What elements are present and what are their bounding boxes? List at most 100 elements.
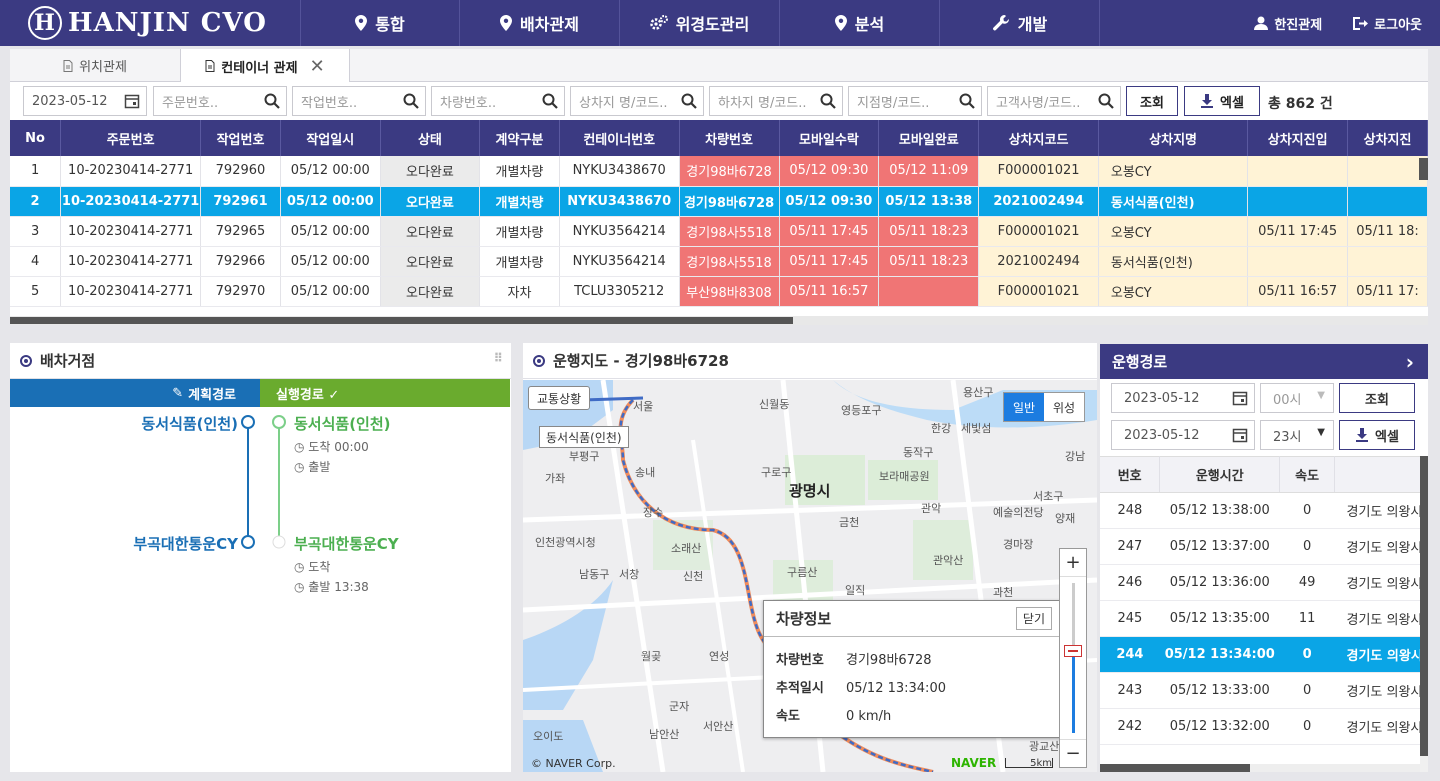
calendar-icon[interactable] (124, 93, 140, 109)
column-header[interactable] (1334, 456, 1428, 493)
popup-close-button[interactable]: 닫기 (1015, 607, 1052, 630)
branch-input[interactable]: 지점명/코드.. (848, 86, 982, 116)
vertical-scrollbar[interactable] (1419, 158, 1428, 180)
route-row[interactable]: 246 05/12 13:36:00 49 경기도 의왕시 (1100, 564, 1428, 601)
map-view[interactable]: 용산구 서울 신월동 영등포구 한강 세빛섬 동작구 부평구 송내 구로구 광명시 보라매공원 서초구 예… (523, 380, 1097, 772)
loading-site-input[interactable]: 상차지 명/코드.. (570, 86, 704, 116)
route-hscrollbar[interactable] (1100, 764, 1420, 772)
table-cell: 10-20230414-2771 (60, 186, 202, 217)
date-input[interactable]: 2023-05-12 (23, 86, 147, 116)
search-icon[interactable] (959, 93, 975, 109)
close-tab-icon[interactable]: ✕ (310, 56, 325, 77)
calendar-icon[interactable] (1232, 390, 1248, 406)
column-header[interactable]: 컨테이너번호 (559, 120, 680, 156)
column-header[interactable]: 상태 (380, 120, 481, 156)
traffic-button[interactable]: 교통상황 (528, 386, 591, 410)
column-header[interactable]: 번호 (1100, 456, 1161, 493)
column-header[interactable]: 운행시간 (1159, 456, 1281, 493)
column-header[interactable]: 모바일수락 (779, 120, 880, 156)
route-row[interactable]: 245 05/12 13:35:00 11 경기도 의왕시 (1100, 600, 1428, 637)
actual-route-tab[interactable]: 실행경로 ✓ (260, 379, 510, 407)
table-cell: 오다완료 (380, 246, 481, 277)
calendar-icon[interactable] (1232, 427, 1248, 443)
menu-dispatch[interactable]: 배차관제 (460, 0, 620, 46)
column-header[interactable]: 주문번호 (60, 120, 202, 156)
table-cell: 792961 (200, 186, 281, 217)
satellite-map-button[interactable]: 위성 (1044, 393, 1084, 421)
column-header[interactable]: 상차지명 (1098, 120, 1249, 156)
table-row[interactable]: 4 10-20230414-2771 792966 05/12 00:00 오다완료 개별… (10, 246, 1428, 277)
horizontal-scrollbar[interactable] (10, 316, 1428, 325)
column-header[interactable]: 상차지진입 (1247, 120, 1349, 156)
route-query-button[interactable]: 조회 (1339, 383, 1415, 413)
route-row[interactable]: 242 05/12 13:32:00 0 경기도 의왕시 (1100, 708, 1428, 745)
table-row[interactable]: 2 10-20230414-2771 792961 05/12 00:00 오다완료 개별… (10, 186, 1428, 217)
route-cell: 11 (1279, 600, 1335, 637)
search-icon[interactable] (681, 93, 697, 109)
menu-latlng[interactable]: 위경도관리 (620, 0, 780, 46)
zoom-in-button[interactable]: + (1060, 549, 1086, 577)
hour-to-select[interactable]: 23시 ▼ (1260, 420, 1334, 450)
route-row[interactable]: 247 05/12 13:37:00 0 경기도 의왕시 (1100, 528, 1428, 565)
search-icon[interactable] (820, 93, 836, 109)
search-icon[interactable] (264, 93, 280, 109)
user-button[interactable]: 한진관제 (1254, 14, 1322, 33)
route-date-to[interactable]: 2023-05-12 (1111, 420, 1255, 450)
download-icon (1356, 428, 1369, 442)
order-number-input[interactable]: 주문번호.. (153, 86, 287, 116)
drag-handle-icon[interactable]: ⠿ (494, 351, 503, 365)
zoom-out-button[interactable]: − (1060, 739, 1086, 767)
table-cell (1347, 246, 1428, 277)
scroll-thumb[interactable] (10, 317, 793, 324)
logout-button[interactable]: 로그아웃 (1352, 14, 1422, 33)
route-title: 운행경로 (1112, 353, 1168, 371)
table-row[interactable]: 5 10-20230414-2771 792970 05/12 00:00 오다완료 자차… (10, 276, 1428, 307)
normal-map-button[interactable]: 일반 (1004, 393, 1044, 421)
hour-from-select[interactable]: 00시 ▼ (1260, 383, 1334, 413)
query-button[interactable]: 조회 (1126, 86, 1178, 116)
job-number-input[interactable]: 작업번호.. (292, 86, 426, 116)
column-header[interactable]: 작업일시 (280, 120, 381, 156)
column-header[interactable]: 차량번호 (679, 120, 780, 156)
table-row[interactable]: 1 10-20230414-2771 792960 05/12 00:00 오다완료 개별… (10, 156, 1428, 187)
vehicle-number-input[interactable]: 차량번호.. (431, 86, 565, 116)
tab-container-control[interactable]: 컨테이너 관제 ✕ (180, 49, 350, 83)
excel-button[interactable]: 엑셀 (1184, 86, 1260, 116)
scroll-thumb[interactable] (1420, 456, 1428, 756)
hanjin-logo[interactable]: H HANJIN CVO (0, 0, 300, 46)
route-row[interactable]: 248 05/12 13:38:00 0 경기도 의왕시 (1100, 492, 1428, 529)
menu-integrated[interactable]: 통합 (300, 0, 460, 46)
column-header[interactable]: 모바일완료 (878, 120, 980, 156)
table-cell (878, 276, 980, 307)
column-header[interactable]: 속도 (1279, 456, 1335, 493)
column-header[interactable]: 계약구분 (479, 120, 560, 156)
table-row[interactable]: 3 10-20230414-2771 792965 05/12 00:00 오다완료 개별… (10, 216, 1428, 247)
route-excel-button[interactable]: 엑셀 (1339, 420, 1415, 450)
map-pin-icon (500, 15, 513, 31)
unloading-site-input[interactable]: 하차지 명/코드.. (709, 86, 843, 116)
customer-input[interactable]: 고객사명/코드.. (987, 86, 1121, 116)
zoom-slider-handle[interactable] (1064, 645, 1082, 657)
naver-logo: NAVER (951, 756, 997, 770)
search-icon[interactable] (403, 93, 419, 109)
column-header[interactable]: 상차지진 (1347, 120, 1428, 156)
route-date-from[interactable]: 2023-05-12 (1111, 383, 1255, 413)
route-row[interactable]: 244 05/12 13:34:00 0 경기도 의왕시 (1100, 636, 1428, 673)
location-pin-label[interactable]: 동서식품(인천) (539, 426, 629, 448)
column-header[interactable]: No (10, 120, 62, 156)
column-header[interactable]: 상차지코드 (978, 120, 1099, 156)
logo-text: HANJIN CVO (68, 8, 267, 38)
menu-develop[interactable]: 개발 (940, 0, 1100, 46)
search-icon[interactable] (1098, 93, 1114, 109)
arrive-text: 도착 (308, 560, 331, 574)
scroll-thumb[interactable] (1100, 764, 1250, 772)
table-cell: F000001021 (978, 276, 1099, 307)
tab-location-control[interactable]: 위치관제 (10, 49, 180, 82)
menu-analysis[interactable]: 분석 (780, 0, 940, 46)
route-vscrollbar[interactable] (1420, 456, 1428, 772)
column-header[interactable]: 작업번호 (200, 120, 281, 156)
search-icon[interactable] (542, 93, 558, 109)
chevron-right-icon[interactable]: › (1406, 350, 1414, 374)
plan-route-tab[interactable]: ✎ 계획경로 (10, 379, 260, 407)
route-row[interactable]: 243 05/12 13:33:00 0 경기도 의왕시 (1100, 672, 1428, 709)
